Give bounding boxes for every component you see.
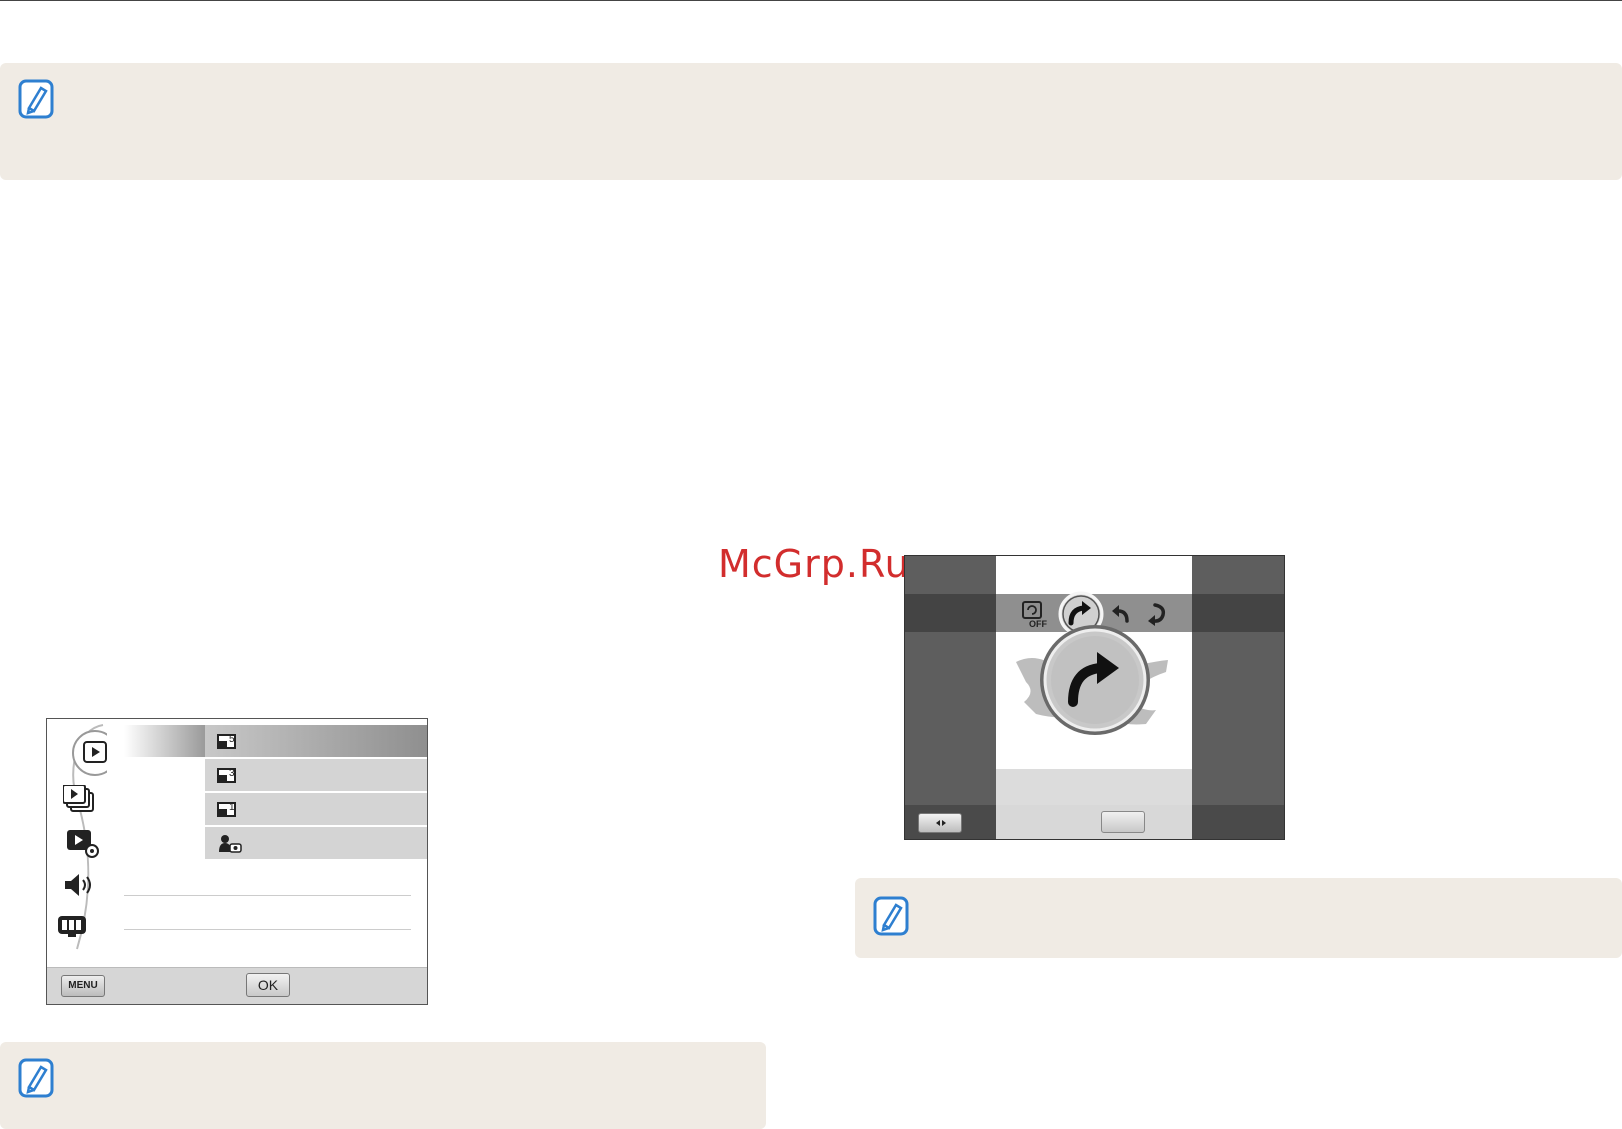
svg-text:1: 1 <box>229 802 235 813</box>
row-value[interactable]: 5 <box>205 725 427 758</box>
watermark: McGrp.Ru <box>718 542 910 586</box>
svg-text:5: 5 <box>229 734 235 745</box>
note-box-top <box>0 63 1622 180</box>
note-icon <box>18 1058 54 1098</box>
resize-3m-icon: 3 <box>217 768 236 783</box>
start-image-icon <box>219 835 242 853</box>
display-icon[interactable] <box>57 915 87 939</box>
menu-button[interactable]: MENU <box>61 975 105 997</box>
ok-button[interactable]: OK <box>246 973 290 997</box>
row-label <box>124 827 205 859</box>
note-box-bottom-left <box>0 1042 766 1129</box>
row-value[interactable]: 3 <box>205 759 427 792</box>
resize-5m-icon: 5 <box>217 734 236 749</box>
top-rule <box>0 0 1622 1</box>
rotate-bottom-bar-center <box>996 805 1192 839</box>
row-divider <box>124 895 411 896</box>
left-right-arrows-icon <box>936 820 946 826</box>
camera-rotate-screen: OFF <box>904 555 1285 840</box>
photo-lower-band <box>996 769 1192 805</box>
note-icon <box>18 79 54 119</box>
svg-text:3: 3 <box>229 768 235 779</box>
row-value[interactable]: 1 <box>205 793 427 826</box>
left-right-nav-button[interactable] <box>918 813 962 833</box>
note-box-right <box>855 878 1622 958</box>
ok-button[interactable] <box>1101 811 1145 833</box>
slideshow-icon[interactable] <box>63 785 97 815</box>
row-value[interactable] <box>205 827 427 860</box>
resize-1m-icon: 1 <box>217 802 236 817</box>
rotate-right-90-preview-icon <box>1040 625 1150 735</box>
note-icon <box>873 896 909 936</box>
playback-settings-icon[interactable] <box>67 830 101 858</box>
row-divider <box>124 929 411 930</box>
row-label <box>124 759 205 791</box>
row-label <box>124 725 205 757</box>
sound-icon[interactable] <box>63 872 97 898</box>
row-label <box>124 793 205 825</box>
camera-menu-screen: 5 3 1 MENU OK <box>46 718 428 1005</box>
play-icon[interactable] <box>82 739 108 765</box>
menu-bottom-bar: MENU OK <box>47 967 427 1004</box>
